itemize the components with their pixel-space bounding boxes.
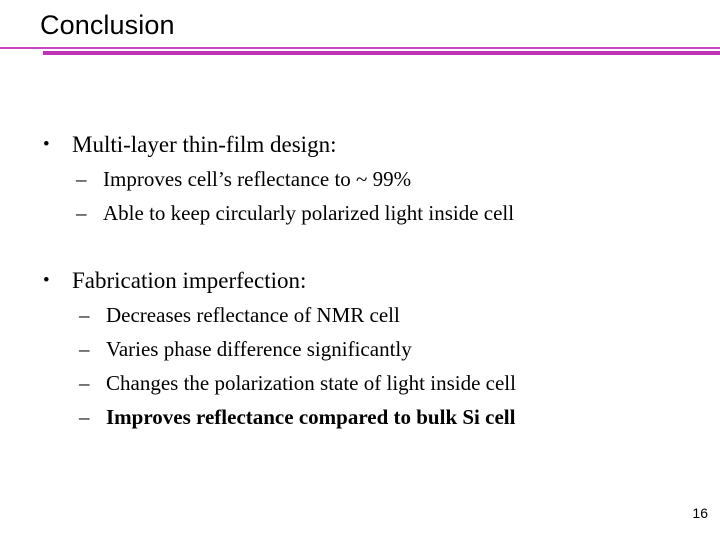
bullet-dash-icon: – xyxy=(79,371,90,395)
slide-title-area: Conclusion xyxy=(0,0,720,58)
slide-body: • Multi-layer thin-film design: – Improv… xyxy=(0,58,720,488)
sub-bullet-item: – Improves reflectance compared to bulk … xyxy=(0,400,720,434)
sub-bullet-label: Varies phase difference significantly xyxy=(106,337,412,361)
sub-bullet-item: – Changes the polarization state of ligh… xyxy=(0,366,720,400)
bullet-dot-icon: • xyxy=(43,134,50,155)
bullet-label: Multi-layer thin-film design: xyxy=(72,132,337,157)
sub-bullet-label: Decreases reflectance of NMR cell xyxy=(106,303,400,327)
title-divider-thick-line xyxy=(43,51,720,55)
bullet-item: • Fabrication imperfection: xyxy=(0,264,720,298)
bullet-dash-icon: – xyxy=(76,201,87,225)
sub-bullet-item: – Able to keep circularly polarized ligh… xyxy=(0,196,720,230)
sub-bullet-label: Improves cell’s reflectance to ~ 99% xyxy=(103,167,412,191)
sub-bullet-item: – Improves cell’s reflectance to ~ 99% xyxy=(0,162,720,196)
sub-bullet-label: Able to keep circularly polarized light … xyxy=(103,201,515,225)
bullet-item: • Multi-layer thin-film design: xyxy=(0,128,720,162)
sub-bullet-item: – Varies phase difference significantly xyxy=(0,332,720,366)
slide: Conclusion • Multi-layer thin-film desig… xyxy=(0,0,720,540)
bullet-dash-icon: – xyxy=(79,337,90,361)
page-title: Conclusion xyxy=(40,10,175,40)
sub-bullet-label: Changes the polarization state of light … xyxy=(106,371,516,395)
bullet-dot-icon: • xyxy=(43,270,50,291)
bullet-group-2: • Fabrication imperfection: – Decreases … xyxy=(0,264,720,434)
sub-bullet-item: – Decreases reflectance of NMR cell xyxy=(0,298,720,332)
bullet-label: Fabrication imperfection: xyxy=(72,268,307,293)
title-divider-thin-line xyxy=(0,47,720,49)
bullet-group-1: • Multi-layer thin-film design: – Improv… xyxy=(0,128,720,230)
page-number: 16 xyxy=(692,505,708,521)
bullet-dash-icon: – xyxy=(79,303,90,327)
sub-bullet-label: Improves reflectance compared to bulk Si… xyxy=(106,405,516,429)
bullet-dash-icon: – xyxy=(79,405,90,429)
bullet-dash-icon: – xyxy=(76,167,87,191)
